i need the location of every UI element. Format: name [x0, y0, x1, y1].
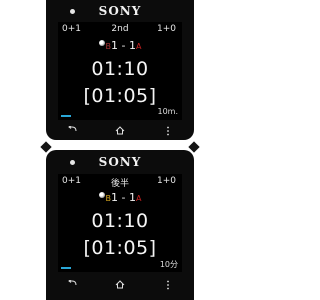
period-progress-fill	[61, 115, 71, 117]
soccer-ball-icon	[98, 40, 105, 46]
brand-logo: SONY	[98, 155, 142, 169]
period-progress-bar	[61, 115, 141, 117]
score-right: 1+0	[157, 176, 176, 186]
back-button[interactable]	[62, 126, 82, 138]
team-left-score: 1	[111, 39, 119, 52]
period-progress-fill	[61, 267, 71, 269]
period-length: 10m.	[157, 107, 178, 116]
back-arrow-icon	[67, 126, 76, 132]
period-clock: [01:05]	[83, 85, 157, 107]
match-clock: 01:10	[91, 210, 149, 232]
period-length: 10分	[159, 260, 178, 269]
home-button[interactable]	[110, 280, 130, 292]
brand-row: SONY	[46, 155, 194, 171]
team-right-label: A	[136, 42, 142, 51]
menu-button[interactable]	[158, 280, 178, 292]
team-left-score: 1	[111, 191, 119, 204]
brand-row: SONY	[46, 4, 194, 20]
team-right-label: A	[136, 194, 142, 203]
period-progress-bar	[61, 267, 141, 269]
back-button[interactable]	[62, 280, 82, 292]
home-icon	[115, 126, 125, 135]
overflow-menu-icon	[167, 126, 169, 136]
score-row: 0+1 後半 1+0	[58, 176, 182, 189]
home-icon	[115, 280, 125, 289]
score-separator: -	[121, 39, 126, 52]
team-right-score: 1	[129, 39, 136, 52]
period-clock: [01:05]	[83, 237, 157, 259]
score-separator: -	[121, 191, 126, 204]
app-screen: 0+1 後半 1+0 B1 - 1A 01:10 [01:05] 10分	[58, 174, 182, 272]
match-clock: 01:10	[91, 58, 149, 80]
home-button[interactable]	[110, 126, 130, 138]
team-right-score: 1	[129, 191, 136, 204]
brand-logo: SONY	[98, 4, 142, 18]
watch-screenshot-bottom: SONY 0+1 後半 1+0 B1 - 1A 01:10 [01:05] 10…	[46, 150, 194, 300]
back-arrow-icon	[67, 280, 76, 286]
nav-bar	[46, 278, 194, 294]
app-screen: 0+1 2nd 1+0 B1 - 1A 01:10 [01:05] 10m.	[58, 22, 182, 120]
overflow-menu-icon	[167, 280, 169, 290]
watch-screenshot-top: SONY 0+1 2nd 1+0 B1 - 1A 01:10 [01:05] 1…	[46, 0, 194, 140]
match-score: B1 - 1A	[58, 39, 182, 53]
score-row: 0+1 2nd 1+0	[58, 24, 182, 36]
score-right: 1+0	[157, 24, 176, 34]
menu-button[interactable]	[158, 126, 178, 138]
match-score: B1 - 1A	[58, 191, 182, 205]
nav-bar	[46, 124, 194, 140]
soccer-ball-icon	[98, 192, 105, 198]
frame-nub-right	[188, 141, 200, 153]
